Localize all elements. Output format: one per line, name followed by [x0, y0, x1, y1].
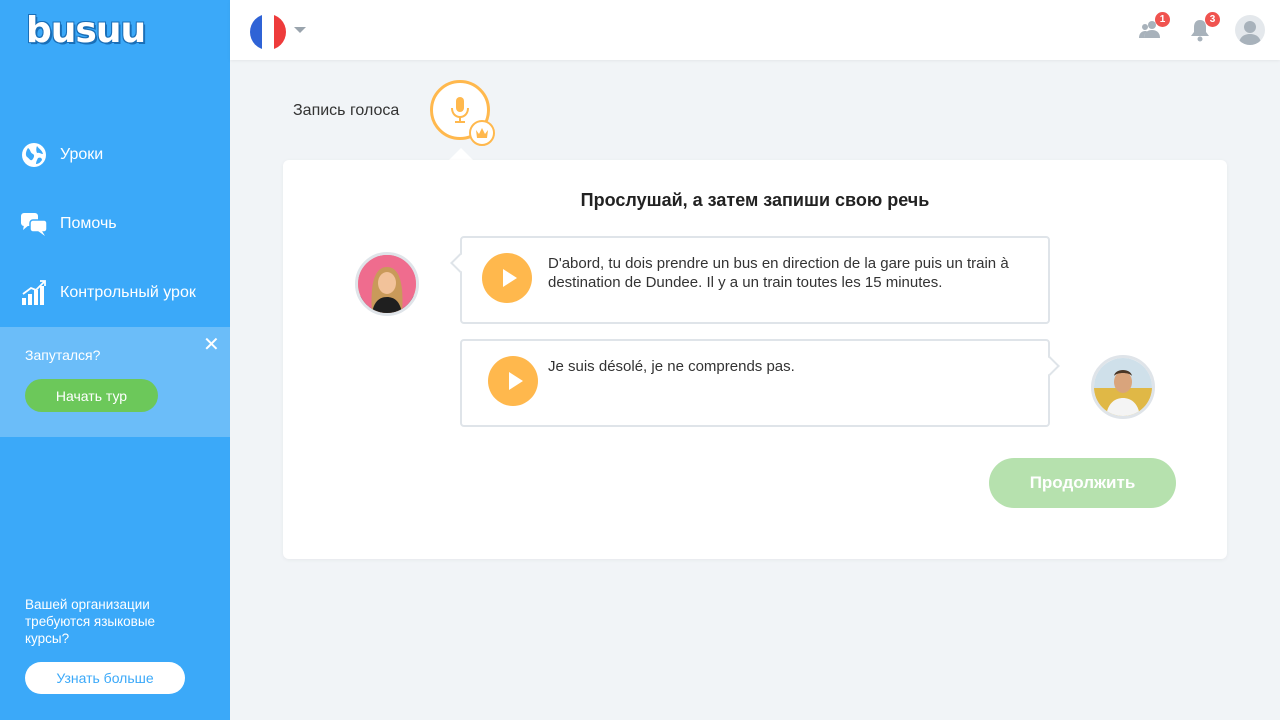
org-promo-text: Вашей организации требуются языковые кур… [25, 597, 156, 646]
dialogue-line: D'abord, tu dois prendre un bus en direc… [548, 255, 1009, 291]
sidebar-item-label: Контрольный урок [60, 284, 196, 301]
crown-icon [469, 120, 495, 146]
friends-button[interactable]: 1 [1138, 12, 1170, 42]
chevron-down-icon[interactable] [294, 27, 306, 33]
bar-chart-icon [20, 279, 48, 307]
top-bar: 1 3 [230, 0, 1280, 60]
exercise-instruction: Прослушай, а затем запиши свою речь [580, 190, 930, 210]
dialogue-bubble: Je suis désolé, je ne comprends pas. [460, 339, 1060, 427]
start-tour-button[interactable]: Начать тур [25, 379, 158, 412]
user-avatar[interactable] [1235, 15, 1265, 45]
exercise-card: Прослушай, а затем запиши свою речь D'ab… [283, 160, 1227, 559]
play-audio-button[interactable] [488, 356, 538, 406]
male-speaker-avatar [1091, 355, 1155, 419]
tour-question: Запутался? [25, 347, 101, 363]
continue-button[interactable]: Продолжить [989, 458, 1176, 508]
busuu-logo[interactable]: busuu [26, 10, 146, 51]
dialogue-line: Je suis désolé, je ne comprends pas. [548, 358, 795, 375]
exercise-type-label: Запись голоса [293, 102, 400, 119]
learn-more-button[interactable]: Узнать больше [25, 662, 185, 694]
tour-panel: Запутался? ✕ Начать тур [0, 327, 230, 437]
friends-badge: 1 [1155, 12, 1170, 27]
chat-bubbles-icon [20, 210, 48, 238]
notifications-button[interactable]: 3 [1188, 12, 1220, 42]
sidebar-item-label: Помочь [60, 215, 117, 232]
close-icon[interactable]: ✕ [203, 335, 220, 355]
sidebar-item-help[interactable]: Помочь [20, 209, 117, 239]
sidebar-item-lessons[interactable]: Уроки [20, 140, 103, 170]
card-pointer [449, 148, 473, 160]
female-speaker-avatar [355, 252, 419, 316]
sidebar: busuu Уроки Помочь Контрольный урок Запу… [0, 0, 230, 720]
user-icon [1239, 21, 1261, 45]
dialogue-bubble: D'abord, tu dois prendre un bus en direc… [450, 236, 1050, 324]
play-audio-button[interactable] [482, 253, 532, 303]
notifications-badge: 3 [1205, 12, 1220, 27]
globe-icon [20, 141, 48, 169]
sidebar-item-placement-test[interactable]: Контрольный урок [20, 278, 196, 308]
france-flag-icon[interactable] [250, 14, 286, 50]
sidebar-item-label: Уроки [60, 146, 104, 163]
